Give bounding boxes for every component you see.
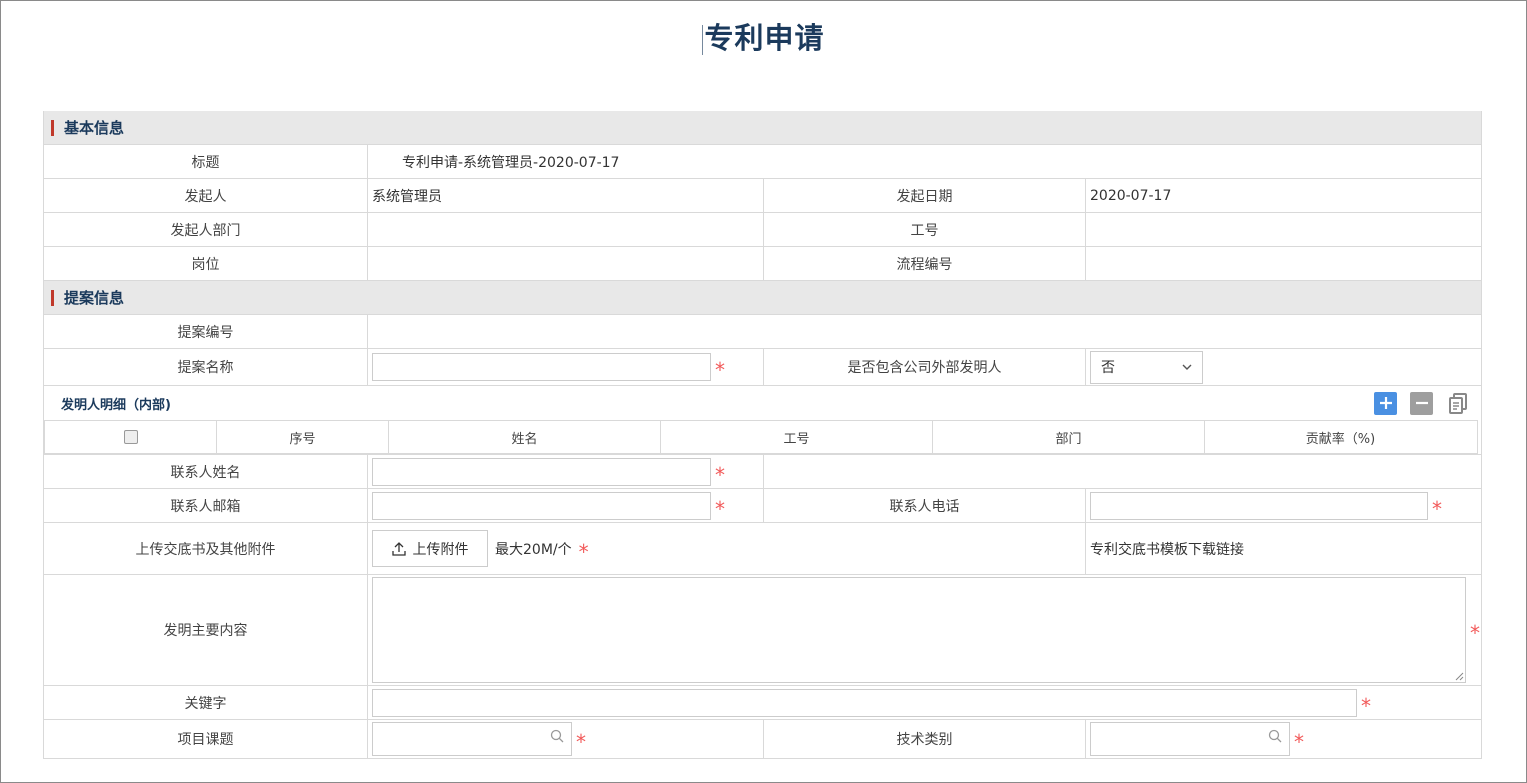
- external-inventor-label: 是否包含公司外部发明人: [764, 349, 1086, 385]
- inventor-detail-block: 发明人明细（内部) 序号 姓名 工号 部门 贡献率（%): [44, 386, 1481, 455]
- tech-type-lookup-input[interactable]: [1090, 722, 1290, 756]
- section-marker: [51, 119, 54, 136]
- tech-type-label: 技术类别: [764, 720, 1086, 758]
- add-row-button[interactable]: [1374, 391, 1397, 415]
- required-mark: *: [715, 496, 725, 521]
- row-initiator: 发起人 系统管理员 发起日期 2020-07-17: [44, 179, 1481, 213]
- select-all-checkbox[interactable]: [123, 430, 138, 444]
- keywords-label: 关键字: [44, 686, 368, 719]
- contact-name-input[interactable]: [372, 457, 711, 486]
- patent-form: 基本信息 标题 专利申请-系统管理员-2020-07-17 发起人 系统管理员 …: [43, 111, 1482, 759]
- column-header: 姓名: [389, 421, 661, 453]
- external-inventor-select[interactable]: 否: [1090, 350, 1203, 384]
- copy-icon: [1448, 393, 1467, 414]
- copy-row-button[interactable]: [1446, 392, 1469, 415]
- dept-label: 发起人部门: [44, 213, 368, 246]
- title-label: 标题: [44, 145, 368, 178]
- column-header: 工号: [661, 421, 933, 453]
- start-date-value: 2020-07-17: [1090, 187, 1172, 204]
- row-position: 岗位 流程编号: [44, 247, 1481, 281]
- row-keywords: 关键字 *: [44, 686, 1481, 720]
- row-dept: 发起人部门 工号: [44, 213, 1481, 247]
- row-proposal-name: 提案名称 * 是否包含公司外部发明人 否: [44, 349, 1481, 386]
- section-basic-info: 基本信息: [44, 111, 1481, 145]
- contact-email-label: 联系人邮箱: [44, 489, 368, 522]
- content-textarea[interactable]: [372, 577, 1466, 683]
- select-all-cell: [45, 421, 217, 453]
- resize-handle-icon[interactable]: [1454, 671, 1464, 681]
- project-label: 项目课题: [44, 720, 368, 758]
- inventor-detail-title: 发明人明细（内部): [61, 397, 171, 413]
- select-value: 否: [1101, 360, 1115, 376]
- column-header: 部门: [933, 421, 1205, 453]
- required-mark: *: [576, 730, 586, 754]
- inventor-toolbar: [1374, 391, 1469, 415]
- inventor-table-header: 序号 姓名 工号 部门 贡献率（%): [44, 420, 1478, 454]
- required-mark: *: [715, 462, 725, 487]
- required-mark: *: [1470, 621, 1480, 645]
- required-mark: *: [1294, 730, 1304, 754]
- row-project: 项目课题 * 技术类别 *: [44, 720, 1481, 759]
- title-value: 专利申请-系统管理员-2020-07-17: [402, 154, 620, 171]
- minus-icon: [1415, 401, 1428, 405]
- inventor-detail-header: 发明人明细（内部): [44, 386, 1481, 420]
- flow-no-label: 流程编号: [764, 247, 1086, 280]
- required-mark: *: [1432, 496, 1442, 521]
- start-date-label: 发起日期: [764, 179, 1086, 212]
- row-title: 标题 专利申请-系统管理员-2020-07-17: [44, 145, 1481, 179]
- template-download-link[interactable]: 专利交底书模板下载链接: [1086, 523, 1481, 574]
- position-label: 岗位: [44, 247, 368, 280]
- row-contact-email: 联系人邮箱 * 联系人电话 *: [44, 489, 1481, 523]
- proposal-name-label: 提案名称: [44, 349, 368, 385]
- flow-no-value: [1086, 247, 1481, 280]
- search-icon[interactable]: [550, 729, 564, 743]
- search-icon[interactable]: [1268, 729, 1282, 743]
- column-header: 序号: [217, 421, 389, 453]
- content-label: 发明主要内容: [44, 575, 368, 685]
- column-header: 贡献率（%): [1305, 431, 1376, 447]
- contact-email-input[interactable]: [372, 491, 711, 520]
- row-proposal-no: 提案编号: [44, 315, 1481, 349]
- section-marker: [51, 289, 54, 306]
- initiator-label: 发起人: [44, 179, 368, 212]
- contact-phone-input[interactable]: [1090, 491, 1428, 520]
- upload-icon: [391, 541, 406, 556]
- position-value: [368, 247, 764, 280]
- row-upload: 上传交底书及其他附件 上传附件 最大20M/个 * 专利交底书模板下载链接: [44, 523, 1481, 575]
- required-mark: *: [578, 539, 589, 564]
- upload-button[interactable]: 上传附件: [372, 530, 488, 567]
- remove-row-button[interactable]: [1410, 391, 1433, 415]
- emp-no-label: 工号: [764, 213, 1086, 246]
- page-title: 专利申请: [702, 21, 825, 55]
- section-title: 基本信息: [64, 119, 125, 137]
- dept-value: [368, 213, 764, 246]
- project-lookup-input[interactable]: [372, 722, 572, 756]
- upload-hint: 最大20M/个: [495, 541, 572, 558]
- section-title: 提案信息: [64, 289, 125, 307]
- proposal-name-input[interactable]: [372, 353, 711, 381]
- initiator-value: 系统管理员: [368, 179, 764, 212]
- row-contact-name: 联系人姓名 *: [44, 455, 1481, 489]
- required-mark: *: [1361, 693, 1371, 718]
- row-content: 发明主要内容 *: [44, 575, 1481, 686]
- keywords-input[interactable]: [372, 688, 1357, 717]
- chevron-down-icon: [1182, 364, 1192, 370]
- proposal-no-label: 提案编号: [44, 315, 368, 348]
- contact-name-label: 联系人姓名: [44, 455, 368, 488]
- plus-icon: [1379, 397, 1392, 409]
- upload-label: 上传交底书及其他附件: [44, 523, 368, 574]
- upload-button-label: 上传附件: [412, 541, 469, 558]
- section-proposal-info: 提案信息: [44, 281, 1481, 315]
- required-mark: *: [715, 358, 725, 382]
- emp-no-value: [1086, 213, 1481, 246]
- proposal-no-value: [368, 315, 1481, 348]
- contact-phone-label: 联系人电话: [764, 489, 1086, 522]
